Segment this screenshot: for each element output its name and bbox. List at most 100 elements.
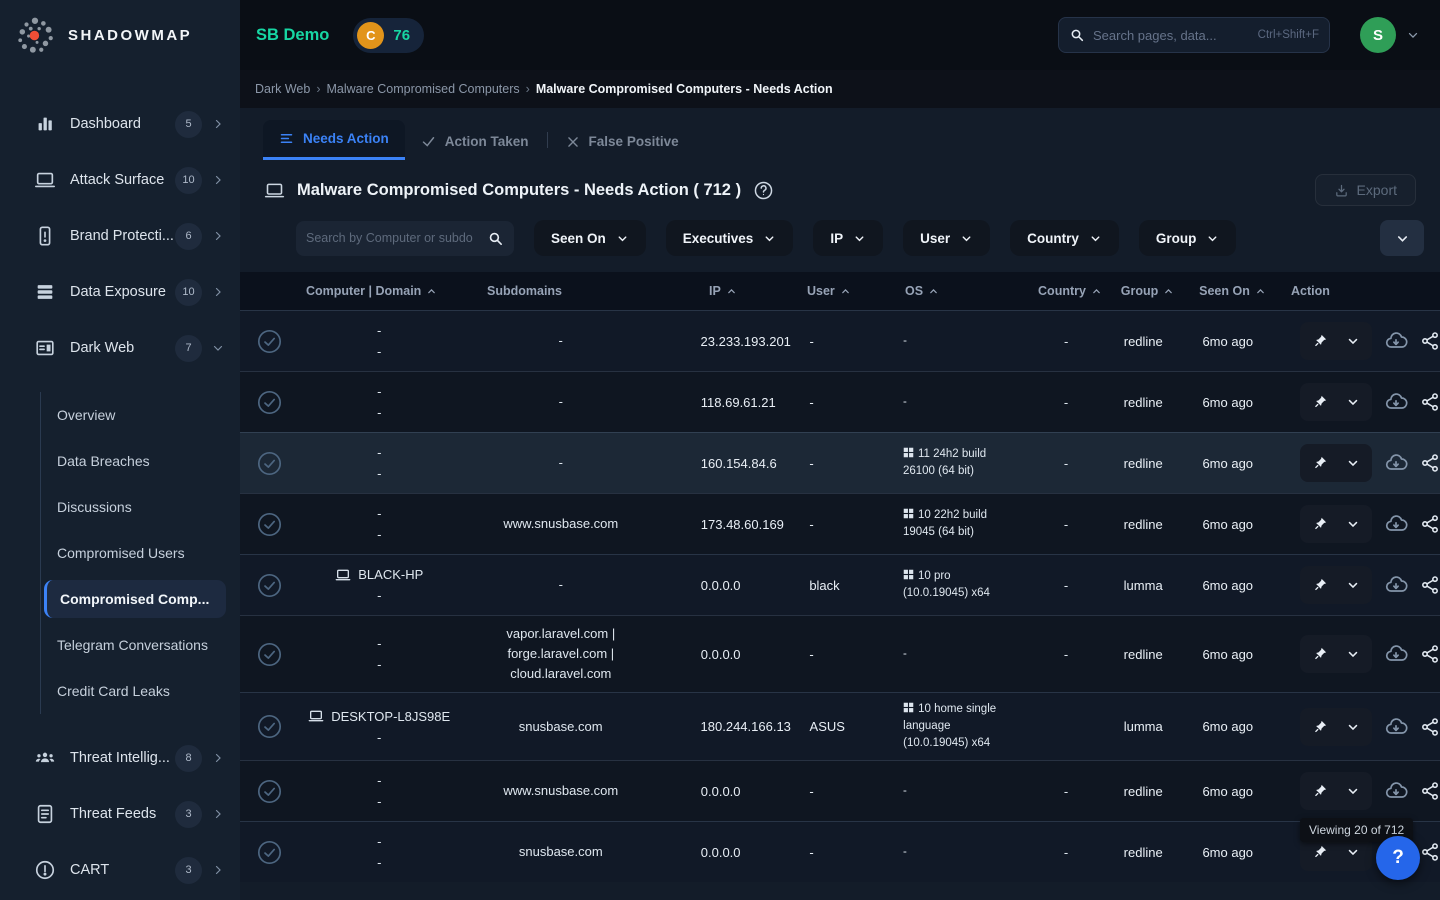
- download-report-button[interactable]: [1384, 390, 1408, 414]
- row-select-checkbox[interactable]: [256, 839, 283, 866]
- sidebar-item-threat-intelligence[interactable]: Threat Intellig... 8: [0, 730, 240, 786]
- sort-asc-icon: [1091, 286, 1102, 297]
- sidebar-item-dashboard[interactable]: Dashboard 5: [0, 96, 240, 152]
- row-select-checkbox[interactable]: [256, 328, 283, 355]
- submenu-item-credit-card-leaks[interactable]: Credit Card Leaks: [41, 668, 240, 714]
- filter-executives[interactable]: Executives: [666, 220, 794, 256]
- chevron-down-icon[interactable]: [1406, 28, 1420, 42]
- cloud-download-icon: [1384, 512, 1408, 536]
- tab-action-taken[interactable]: Action Taken: [405, 123, 545, 160]
- sidebar-item-threat-feeds[interactable]: Threat Feeds 3: [0, 786, 240, 842]
- column-ip[interactable]: IP: [665, 284, 790, 298]
- pin-action-button[interactable]: [1310, 717, 1330, 737]
- share-button[interactable]: [1420, 644, 1440, 664]
- share-button[interactable]: [1420, 842, 1440, 862]
- row-actions-dropdown[interactable]: [1344, 718, 1362, 736]
- pin-action-button[interactable]: [1310, 781, 1330, 801]
- row-actions-dropdown[interactable]: [1344, 843, 1362, 861]
- row-actions-dropdown[interactable]: [1344, 332, 1362, 350]
- breadcrumb-malware-compromised-computers[interactable]: Malware Compromised Computers: [327, 82, 520, 96]
- submenu-item-compromised-users[interactable]: Compromised Users: [41, 530, 240, 576]
- row-select-checkbox[interactable]: [256, 713, 283, 740]
- computer-domain-cell: - -: [300, 633, 459, 675]
- share-button[interactable]: [1420, 392, 1440, 412]
- tab-needs-action[interactable]: Needs Action: [263, 120, 405, 160]
- org-name[interactable]: SB Demo: [256, 26, 329, 45]
- filter-user[interactable]: User: [903, 220, 990, 256]
- pin-action-button[interactable]: [1310, 331, 1330, 351]
- row-select-checkbox[interactable]: [256, 389, 283, 416]
- column-group[interactable]: Group: [1110, 284, 1185, 298]
- seen-on-cell: 6mo ago: [1180, 845, 1275, 860]
- column-user[interactable]: User: [790, 284, 880, 298]
- sidebar-item-data-exposure[interactable]: Data Exposure 10: [0, 264, 240, 320]
- row-actions-dropdown[interactable]: [1344, 782, 1362, 800]
- download-report-button[interactable]: [1384, 512, 1408, 536]
- submenu-item-compromised-computers[interactable]: Compromised Comp...: [44, 580, 226, 618]
- share-button[interactable]: [1420, 717, 1440, 737]
- row-actions-dropdown[interactable]: [1344, 515, 1362, 533]
- table-row: - - - 160.154.84.6 - 11 24h2 build26100 …: [240, 432, 1440, 493]
- pin-action-button[interactable]: [1310, 575, 1330, 595]
- download-report-button[interactable]: [1384, 779, 1408, 803]
- global-search[interactable]: Ctrl+Shift+F: [1058, 17, 1330, 53]
- table-search-input[interactable]: [306, 231, 487, 245]
- row-select-checkbox[interactable]: [256, 450, 283, 477]
- browser-window-icon: [34, 337, 56, 359]
- submenu-item-overview[interactable]: Overview: [41, 392, 240, 438]
- filter-country[interactable]: Country: [1010, 220, 1119, 256]
- filter-group[interactable]: Group: [1139, 220, 1237, 256]
- download-report-button[interactable]: [1384, 451, 1408, 475]
- avatar[interactable]: S: [1360, 17, 1396, 53]
- sidebar-item-brand-protection[interactable]: Brand Protecti... 6: [0, 208, 240, 264]
- submenu-item-telegram-conversations[interactable]: Telegram Conversations: [41, 622, 240, 668]
- row-actions-dropdown[interactable]: [1344, 645, 1362, 663]
- chevron-down-icon: [212, 342, 224, 354]
- column-seen-on[interactable]: Seen On: [1185, 284, 1280, 298]
- row-select-checkbox[interactable]: [256, 778, 283, 805]
- column-computer-domain[interactable]: Computer | Domain: [300, 284, 460, 298]
- pin-action-button[interactable]: [1310, 644, 1330, 664]
- row-actions-dropdown[interactable]: [1344, 393, 1362, 411]
- share-button[interactable]: [1420, 575, 1440, 595]
- download-report-button[interactable]: [1384, 642, 1408, 666]
- help-circle-icon[interactable]: [753, 180, 774, 201]
- row-select-checkbox[interactable]: [256, 641, 283, 668]
- share-button[interactable]: [1420, 453, 1440, 473]
- pin-action-button[interactable]: [1310, 842, 1330, 862]
- pin-action-button[interactable]: [1310, 514, 1330, 534]
- more-filters-button[interactable]: [1380, 220, 1424, 256]
- search-icon: [1069, 27, 1085, 43]
- breadcrumb: Dark Web › Malware Compromised Computers…: [240, 70, 1440, 108]
- breadcrumb-dark-web[interactable]: Dark Web: [255, 82, 310, 96]
- sidebar-item-cart[interactable]: CART 3: [0, 842, 240, 898]
- export-button[interactable]: Export: [1315, 174, 1416, 206]
- submenu-item-data-breaches[interactable]: Data Breaches: [41, 438, 240, 484]
- share-button[interactable]: [1420, 331, 1440, 351]
- security-score-badge[interactable]: C 76: [353, 18, 424, 53]
- filter-ip[interactable]: IP: [813, 220, 883, 256]
- help-fab-button[interactable]: ?: [1376, 836, 1420, 880]
- column-country[interactable]: Country: [1030, 284, 1110, 298]
- submenu-item-discussions[interactable]: Discussions: [41, 484, 240, 530]
- pin-icon: [1312, 783, 1328, 799]
- row-select-checkbox[interactable]: [256, 572, 283, 599]
- filters-row: Seen On Executives IP User Country Group: [296, 220, 1424, 256]
- pin-action-button[interactable]: [1310, 453, 1330, 473]
- download-report-button[interactable]: [1384, 573, 1408, 597]
- sidebar-item-dark-web[interactable]: Dark Web 7: [0, 320, 240, 376]
- column-os[interactable]: OS: [880, 284, 1030, 298]
- global-search-input[interactable]: [1093, 28, 1258, 43]
- sidebar-item-attack-surface[interactable]: Attack Surface 10: [0, 152, 240, 208]
- row-actions-dropdown[interactable]: [1344, 576, 1362, 594]
- share-button[interactable]: [1420, 514, 1440, 534]
- download-report-button[interactable]: [1384, 715, 1408, 739]
- filter-seen-on[interactable]: Seen On: [534, 220, 646, 256]
- pin-action-button[interactable]: [1310, 392, 1330, 412]
- tab-false-positive[interactable]: False Positive: [550, 123, 695, 160]
- share-button[interactable]: [1420, 781, 1440, 801]
- row-select-checkbox[interactable]: [256, 511, 283, 538]
- row-actions-dropdown[interactable]: [1344, 454, 1362, 472]
- table-search[interactable]: [296, 221, 514, 256]
- download-report-button[interactable]: [1384, 329, 1408, 353]
